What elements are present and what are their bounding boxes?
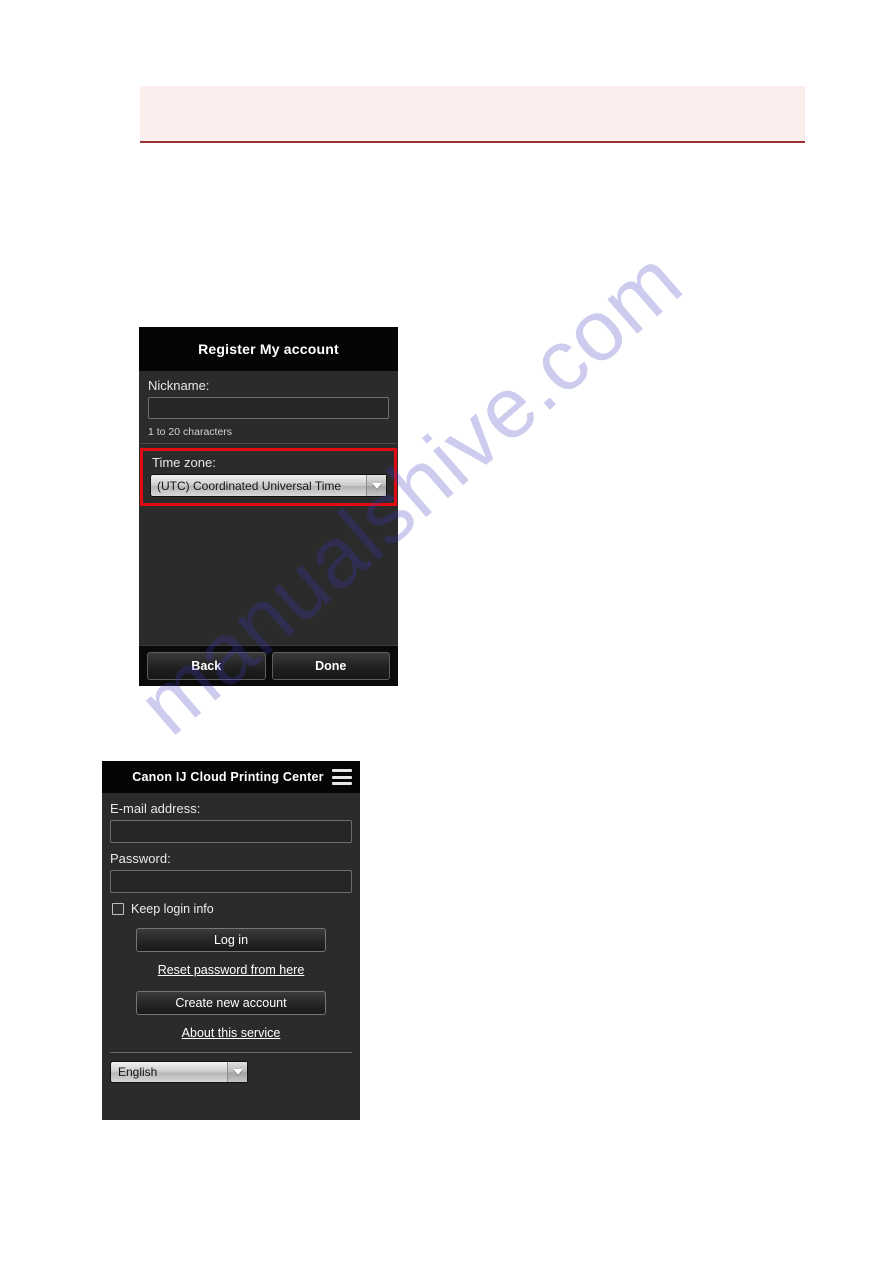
about-this-service-link[interactable]: About this service	[102, 1026, 360, 1040]
hamburger-line	[332, 769, 352, 772]
login-panel-titlebar: Canon IJ Cloud Printing Center	[102, 761, 360, 793]
nickname-input[interactable]	[148, 397, 389, 419]
log-in-button[interactable]: Log in	[136, 928, 326, 952]
timezone-label: Time zone:	[152, 455, 216, 470]
email-field[interactable]	[110, 820, 352, 843]
keep-login-checkbox[interactable]	[112, 903, 124, 915]
register-panel-title: Register My account	[198, 341, 339, 357]
hamburger-line	[332, 782, 352, 785]
register-my-account-panel: Register My account Nickname: 1 to 20 ch…	[139, 327, 398, 686]
nickname-hint: 1 to 20 characters	[148, 426, 233, 438]
password-field[interactable]	[110, 870, 352, 893]
register-panel-titlebar: Register My account	[139, 327, 398, 371]
hamburger-line	[332, 775, 352, 779]
create-new-account-button[interactable]: Create new account	[136, 991, 326, 1015]
login-panel: Canon IJ Cloud Printing Center E-mail ad…	[102, 761, 360, 1120]
login-panel-title: Canon IJ Cloud Printing Center	[132, 770, 324, 784]
chevron-down-icon	[366, 475, 386, 496]
language-select[interactable]: English	[110, 1061, 248, 1083]
chevron-down-icon	[227, 1062, 247, 1082]
register-divider	[140, 443, 397, 444]
back-button[interactable]: Back	[147, 652, 266, 680]
notice-banner	[140, 86, 805, 143]
timezone-highlight-box: Time zone: (UTC) Coordinated Universal T…	[140, 448, 397, 506]
register-panel-body: Nickname: 1 to 20 characters Time zone: …	[139, 371, 398, 645]
password-label: Password:	[110, 851, 171, 866]
done-button[interactable]: Done	[271, 652, 390, 680]
keep-login-label: Keep login info	[131, 902, 214, 916]
login-panel-body: E-mail address: Password: Keep login inf…	[102, 793, 360, 1120]
login-panel-divider	[110, 1052, 352, 1053]
timezone-select[interactable]: (UTC) Coordinated Universal Time	[150, 474, 387, 497]
language-selected-value: English	[118, 1065, 158, 1079]
nickname-label: Nickname:	[148, 378, 210, 393]
reset-password-link[interactable]: Reset password from here	[102, 963, 360, 977]
timezone-selected-value: (UTC) Coordinated Universal Time	[157, 478, 342, 493]
notice-banner-text	[140, 86, 805, 102]
hamburger-menu-icon[interactable]	[332, 769, 352, 785]
email-label: E-mail address:	[110, 801, 201, 816]
register-panel-footer: Back Done	[139, 645, 398, 686]
keep-login-info-row[interactable]: Keep login info	[102, 893, 360, 920]
